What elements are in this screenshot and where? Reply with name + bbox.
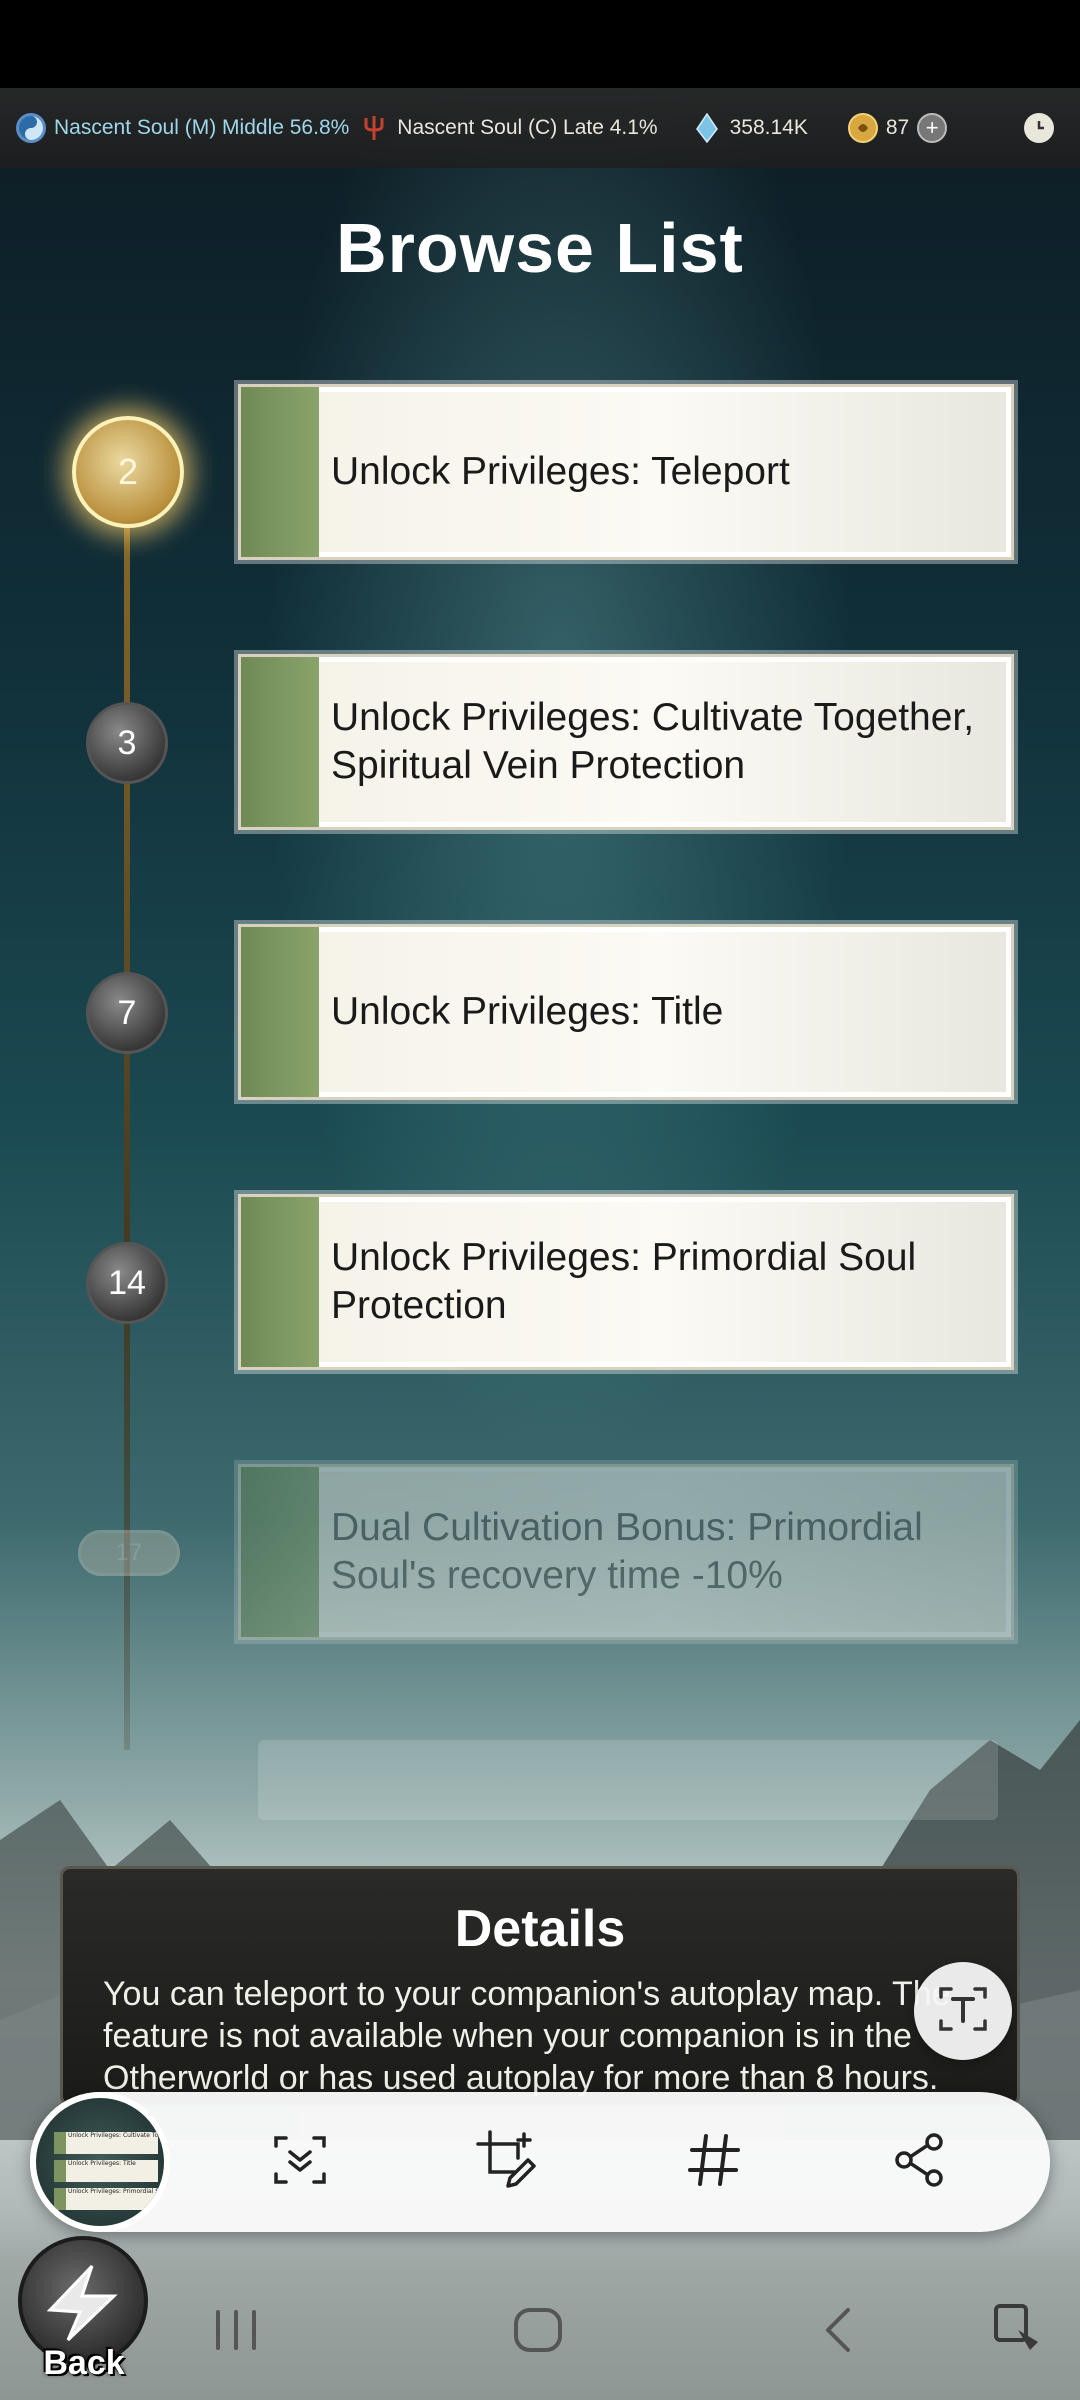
realm-indicator-2[interactable]: Nascent Soul (C) Late 4.1% (359, 113, 658, 143)
home-button[interactable] (512, 2306, 564, 2358)
extract-text-button[interactable] (914, 1962, 1012, 2060)
card-strip (241, 1467, 319, 1637)
milestone-node-current[interactable]: 2 (72, 416, 184, 528)
clock-button[interactable] (1024, 113, 1062, 143)
realm-indicator-1[interactable]: Nascent Soul (M) Middle 56.8% (16, 113, 349, 143)
keyboard-toggle-button[interactable] (990, 2300, 1042, 2360)
trident-icon (359, 113, 389, 143)
back-label: Back (43, 2344, 125, 2382)
milestone-card[interactable]: Unlock Privileges: Teleport (238, 384, 1014, 560)
scroll-capture-icon (270, 2130, 330, 2194)
realm-label-1: Nascent Soul (M) Middle 56.8% (54, 116, 350, 139)
milestone-text: Unlock Privileges: Title (331, 990, 724, 1033)
screenshot-toolbar: Unlock Privileges: Cultivate Together, S… (30, 2092, 1050, 2232)
page-title: Browse List (336, 209, 744, 287)
spirit-stones-counter[interactable]: 358.14K (692, 113, 808, 143)
system-navigation-bar (0, 2256, 1080, 2400)
details-body: You can teleport to your companion's aut… (103, 1975, 951, 2097)
text-scan-icon (935, 1981, 991, 2041)
hashtag-button[interactable] (672, 2120, 756, 2204)
clock-icon (1024, 113, 1054, 143)
game-back-button[interactable]: Back (14, 2236, 154, 2396)
crop-edit-icon (474, 2128, 538, 2196)
details-title: Details (454, 1900, 626, 1958)
currency-value: 87 (885, 116, 910, 139)
thumbnail-line-2: Unlock Privileges: Title (68, 2160, 136, 2167)
recent-apps-button[interactable] (208, 2308, 264, 2356)
coin-icon (847, 113, 878, 143)
share-icon (890, 2130, 950, 2194)
crop-edit-button[interactable] (464, 2120, 548, 2204)
spirit-stones-value: 358.14K (729, 116, 808, 139)
realm-label-2: Nascent Soul (C) Late 4.1% (397, 116, 658, 139)
currency-counter[interactable]: 87 + (847, 113, 955, 143)
card-strip (241, 657, 319, 827)
scroll-capture-button[interactable] (258, 2120, 342, 2204)
details-panel: Details You can teleport to your compani… (60, 1866, 1020, 2106)
thumbnail-line-1: Unlock Privileges: Cultivate Together, S… (68, 2132, 158, 2139)
milestone-card[interactable]: Unlock Privileges: Title (238, 924, 1014, 1100)
thumbnail-line-3: Unlock Privileges: Primordial Soul Prote… (68, 2188, 158, 2195)
recent-apps-icon (208, 2310, 264, 2356)
milestone-node[interactable]: 3 (86, 702, 168, 784)
milestone-text: Unlock Privileges: Cultivate Together, S… (331, 696, 975, 787)
system-back-button[interactable] (818, 2306, 858, 2358)
milestone-card-locked[interactable]: Dual Cultivation Bonus: Primordial Soul'… (238, 1464, 1014, 1640)
card-strip (241, 1197, 319, 1367)
hashtag-icon (684, 2130, 744, 2194)
milestone-text: Unlock Privileges: Teleport (331, 450, 790, 493)
yin-yang-icon (16, 113, 46, 143)
milestone-text: Unlock Privileges: Primordial Soul Prote… (331, 1236, 917, 1327)
milestone-card[interactable]: Unlock Privileges: Primordial Soul Prote… (238, 1194, 1014, 1370)
milestone-node[interactable]: 7 (86, 972, 168, 1054)
plus-icon[interactable]: + (917, 113, 948, 143)
milestone-node[interactable]: 14 (86, 1242, 168, 1324)
milestone-text: Dual Cultivation Bonus: Primordial Soul'… (331, 1506, 923, 1597)
screenshot-thumbnail[interactable]: Unlock Privileges: Cultivate Together, S… (30, 2092, 170, 2232)
milestone-card-hidden (258, 1740, 998, 1820)
back-arrow-icon (818, 2308, 858, 2358)
home-icon (512, 2308, 564, 2358)
card-strip (241, 387, 319, 557)
milestone-card[interactable]: Unlock Privileges: Cultivate Together, S… (238, 654, 1014, 830)
keyboard-hand-icon (990, 2304, 1042, 2360)
milestone-node-locked[interactable]: 17 (78, 1530, 180, 1576)
card-strip (241, 927, 319, 1097)
status-bar: Nascent Soul (M) Middle 56.8% Nascent So… (0, 88, 1080, 168)
crystal-icon (692, 113, 722, 143)
share-button[interactable] (878, 2120, 962, 2204)
